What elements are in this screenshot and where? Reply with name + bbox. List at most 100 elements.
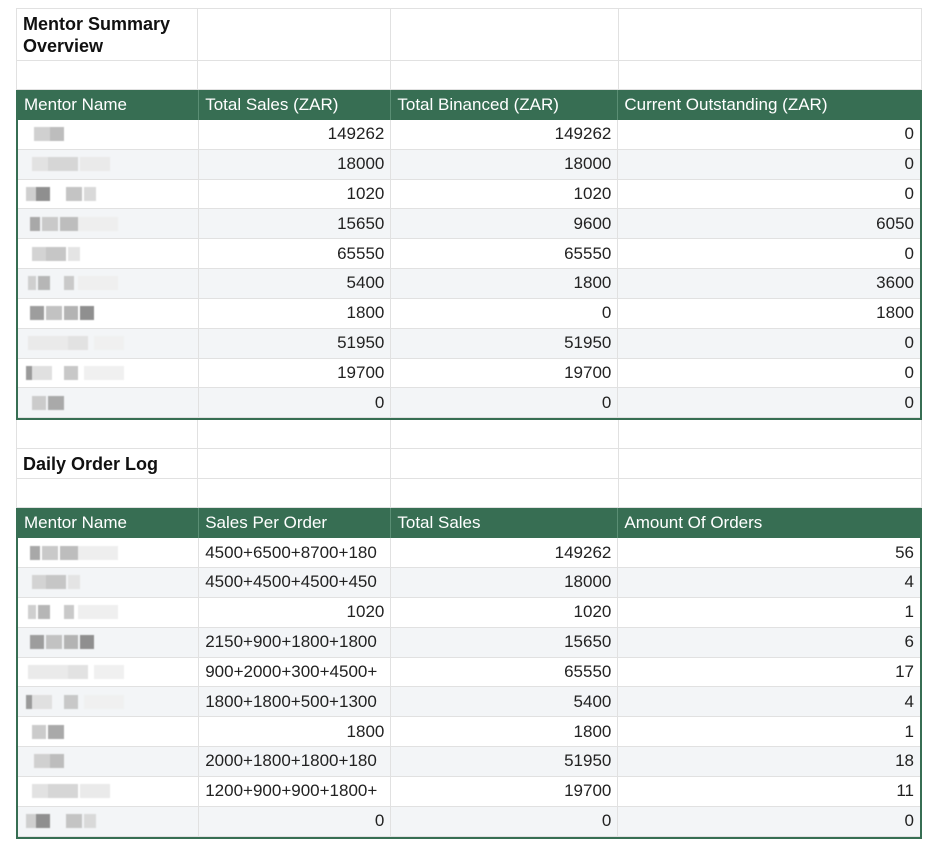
total-sales-cell[interactable]: 65550 [391,657,619,688]
empty-cell[interactable] [619,449,922,480]
current-outstanding-cell[interactable]: 3600 [618,269,920,299]
header-total-sales[interactable]: Total Sales (ZAR) [199,90,392,120]
mentor-name-cell[interactable] [18,627,200,658]
amount-of-orders-cell[interactable]: 6 [618,628,920,658]
current-outstanding-cell[interactable]: 0 [618,359,920,389]
total-binanced-cell[interactable]: 65550 [391,239,619,270]
amount-of-orders-cell[interactable]: 1 [618,598,920,628]
amount-of-orders-cell[interactable]: 11 [618,777,920,807]
amount-of-orders-cell[interactable]: 1 [618,717,920,748]
total-binanced-cell[interactable]: 9600 [391,209,619,240]
amount-of-orders-cell[interactable]: 18 [618,747,920,777]
empty-cell[interactable] [619,61,922,90]
empty-cell[interactable] [198,449,391,480]
mentor-name-cell[interactable] [18,298,200,329]
sales-per-order-cell[interactable]: 2150+900+1800+1800 [199,627,392,658]
total-sales-cell[interactable]: 18000 [391,567,619,598]
current-outstanding-cell[interactable]: 6050 [618,209,920,240]
empty-cell[interactable] [391,479,619,509]
sales-per-order-cell[interactable]: 1020 [199,597,392,628]
total-sales-cell[interactable]: 65550 [199,239,392,270]
empty-cell[interactable] [16,61,198,90]
empty-cell[interactable] [391,449,619,480]
empty-cell[interactable] [391,420,619,450]
total-sales-cell[interactable]: 19700 [391,776,619,807]
total-sales-cell[interactable]: 51950 [199,328,392,359]
total-sales-cell[interactable]: 51950 [391,747,619,777]
total-sales-cell[interactable]: 149262 [199,119,392,150]
header-sales-per-order[interactable]: Sales Per Order [199,508,392,539]
current-outstanding-cell[interactable]: 0 [618,150,920,180]
empty-cell[interactable] [619,8,922,61]
sales-per-order-cell[interactable]: 4500+4500+4500+450 [199,567,392,598]
mentor-name-cell[interactable] [18,269,200,299]
amount-of-orders-cell[interactable]: 4 [618,568,920,598]
mentor-name-cell[interactable] [18,657,200,688]
current-outstanding-cell[interactable]: 1800 [618,299,920,329]
empty-cell[interactable] [198,420,391,450]
mentor-name-cell[interactable] [18,388,200,419]
header-mentor-name[interactable]: Mentor Name [18,90,200,120]
current-outstanding-cell[interactable]: 0 [618,239,920,270]
empty-cell[interactable] [391,61,619,90]
mentor-name-cell[interactable] [18,687,200,718]
mentor-name-cell[interactable] [18,717,200,748]
total-binanced-cell[interactable]: 1020 [391,179,619,210]
total-sales-cell[interactable]: 15650 [391,627,619,658]
total-binanced-cell[interactable]: 0 [391,298,619,329]
amount-of-orders-cell[interactable]: 0 [618,807,920,837]
mentor-name-cell[interactable] [18,149,200,180]
mentor-name-cell[interactable] [18,538,200,568]
sales-per-order-cell[interactable]: 900+2000+300+4500+ [199,657,392,688]
current-outstanding-cell[interactable]: 0 [618,120,920,150]
header-total-binanced[interactable]: Total Binanced (ZAR) [391,90,619,120]
current-outstanding-cell[interactable]: 0 [618,388,920,419]
mentor-name-cell[interactable] [18,119,200,150]
mentor-name-cell[interactable] [18,209,200,240]
mentor-name-cell[interactable] [18,567,200,598]
header-mentor-name[interactable]: Mentor Name [18,508,200,539]
amount-of-orders-cell[interactable]: 4 [618,687,920,718]
mentor-name-cell[interactable] [18,776,200,807]
empty-cell[interactable] [16,420,198,450]
total-binanced-cell[interactable]: 18000 [391,149,619,180]
total-sales-cell[interactable]: 1800 [199,298,392,329]
total-binanced-cell[interactable]: 1800 [391,269,619,299]
mentor-name-cell[interactable] [18,747,200,777]
sales-per-order-cell[interactable]: 0 [199,806,392,837]
empty-cell[interactable] [16,479,198,509]
empty-cell[interactable] [198,61,391,90]
empty-cell[interactable] [619,479,922,509]
total-sales-cell[interactable]: 18000 [199,149,392,180]
sales-per-order-cell[interactable]: 2000+1800+1800+180 [199,747,392,777]
total-sales-cell[interactable]: 5400 [199,269,392,299]
empty-cell[interactable] [391,8,619,61]
sales-per-order-cell[interactable]: 1800+1800+500+1300 [199,687,392,718]
total-sales-cell[interactable]: 1020 [391,597,619,628]
sales-per-order-cell[interactable]: 4500+6500+8700+180 [199,538,392,568]
total-sales-cell[interactable]: 0 [391,806,619,837]
header-amount-of-orders[interactable]: Amount Of Orders [618,508,920,539]
mentor-name-cell[interactable] [18,239,200,270]
total-sales-cell[interactable]: 1800 [391,717,619,748]
total-sales-cell[interactable]: 1020 [199,179,392,210]
total-binanced-cell[interactable]: 51950 [391,328,619,359]
current-outstanding-cell[interactable]: 0 [618,329,920,359]
mentor-name-cell[interactable] [18,328,200,359]
amount-of-orders-cell[interactable]: 56 [618,538,920,568]
mentor-name-cell[interactable] [18,597,200,628]
mentor-name-cell[interactable] [18,179,200,210]
header-total-sales[interactable]: Total Sales [391,508,619,539]
total-sales-cell[interactable]: 15650 [199,209,392,240]
total-binanced-cell[interactable]: 19700 [391,358,619,389]
sales-per-order-cell[interactable]: 1800 [199,717,392,748]
total-binanced-cell[interactable]: 149262 [391,119,619,150]
current-outstanding-cell[interactable]: 0 [618,180,920,210]
total-sales-cell[interactable]: 0 [199,388,392,419]
empty-cell[interactable] [198,479,391,509]
total-binanced-cell[interactable]: 0 [391,388,619,419]
header-current-outstanding[interactable]: Current Outstanding (ZAR) [618,90,920,120]
log-title[interactable]: Daily Order Log [16,449,198,480]
mentor-name-cell[interactable] [18,358,200,389]
total-sales-cell[interactable]: 5400 [391,687,619,718]
